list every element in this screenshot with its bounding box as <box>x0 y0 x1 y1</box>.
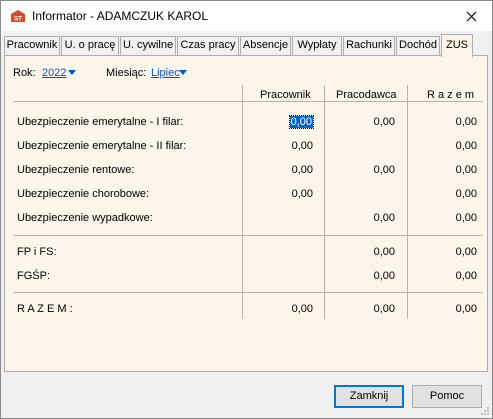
help-button[interactable]: Pomoc <box>412 385 482 408</box>
zus-panel: Rok: 2022 Miesiąc: Lipiec Pracownik Prac… <box>4 55 488 372</box>
close-window-button[interactable] <box>460 6 482 26</box>
column-header-employee: Pracownik <box>260 89 311 101</box>
title-bar: ST Informator - ADAMCZUK KAROL <box>1 1 492 31</box>
tab-zus[interactable]: ZUS <box>441 34 473 57</box>
row-label-fgsp: FGŚP: <box>17 270 51 282</box>
cell-employee-emerytalne-ii: 0,00 <box>291 140 313 152</box>
tab-pracownik[interactable]: Pracownik <box>4 36 60 55</box>
month-dropdown-caret-icon[interactable] <box>179 70 187 75</box>
tab-wyplaty[interactable]: Wypłaty <box>292 36 342 55</box>
month-dropdown[interactable]: Lipiec <box>151 67 180 79</box>
tab-umowy-cywilne[interactable]: U. cywilne <box>120 36 176 55</box>
cell-total-emerytalne-ii: 0,00 <box>455 140 477 152</box>
row-label-rentowe: Ubezpieczenie rentowe: <box>17 164 135 176</box>
row-label-fp-fs: FP i FS: <box>17 246 57 258</box>
cell-employer-wypadkowe: 0,00 <box>373 212 395 224</box>
column-divider <box>324 85 325 319</box>
month-label: Miesiąc: <box>106 67 147 79</box>
column-divider <box>407 85 408 319</box>
column-header-employer: Pracodawca <box>336 89 397 101</box>
header-separator <box>13 101 483 102</box>
cell-total-wypadkowe: 0,00 <box>455 212 477 224</box>
tab-umowa-o-prace[interactable]: U. o pracę <box>61 36 119 55</box>
cell-total-emerytalne-i: 0,00 <box>455 116 477 128</box>
row-label-emerytalne-i: Ubezpieczenie emerytalne - I filar: <box>17 116 184 128</box>
cell-employer-razem: 0,00 <box>373 303 395 315</box>
cell-total-rentowe: 0,00 <box>455 164 477 176</box>
dialog-footer: Zamknij Pomoc <box>1 373 492 418</box>
cell-employee-razem: 0,00 <box>291 303 313 315</box>
year-dropdown-caret-icon[interactable] <box>68 70 76 75</box>
column-header-total: R a z e m <box>427 89 475 101</box>
app-logo-icon: ST <box>10 9 26 23</box>
close-icon <box>466 11 476 21</box>
year-label: Rok: <box>13 67 36 79</box>
tab-bar: Pracownik U. o pracę U. cywilne Czas pra… <box>4 34 490 57</box>
cell-total-fp-fs: 0,00 <box>455 246 477 258</box>
section-separator <box>13 235 483 236</box>
column-divider <box>242 85 243 319</box>
cell-employer-emerytalne-i: 0,00 <box>373 116 395 128</box>
cell-total-razem: 0,00 <box>455 303 477 315</box>
cell-employer-fgsp: 0,00 <box>373 270 395 282</box>
informator-window: ST Informator - ADAMCZUK KAROL Pracownik… <box>0 0 493 419</box>
cell-employee-emerytalne-i[interactable]: 0,00 <box>253 115 315 129</box>
window-title: Informator - ADAMCZUK KAROL <box>32 9 209 23</box>
cell-employer-fp-fs: 0,00 <box>373 246 395 258</box>
cell-employee-chorobowe: 0,00 <box>291 188 313 200</box>
row-label-wypadkowe: Ubezpieczenie wypadkowe: <box>17 212 153 224</box>
svg-text:ST: ST <box>14 17 22 23</box>
tab-rachunki[interactable]: Rachunki <box>343 36 395 55</box>
total-separator <box>13 292 483 293</box>
tab-czas-pracy[interactable]: Czas pracy <box>177 36 239 55</box>
row-label-razem: R A Z E M : <box>17 303 73 315</box>
row-label-emerytalne-ii: Ubezpieczenie emerytalne - II filar: <box>17 140 187 152</box>
tab-absencje[interactable]: Absencje <box>240 36 291 55</box>
cell-total-chorobowe: 0,00 <box>455 188 477 200</box>
cell-total-fgsp: 0,00 <box>455 270 477 282</box>
row-label-chorobowe: Ubezpieczenie chorobowe: <box>17 188 150 200</box>
close-button[interactable]: Zamknij <box>334 385 404 408</box>
tab-dochod[interactable]: Dochód <box>396 36 440 55</box>
year-dropdown[interactable]: 2022 <box>42 67 66 79</box>
cell-employer-rentowe: 0,00 <box>373 164 395 176</box>
cell-employee-rentowe: 0,00 <box>291 164 313 176</box>
resize-grip-icon[interactable] <box>480 406 490 416</box>
